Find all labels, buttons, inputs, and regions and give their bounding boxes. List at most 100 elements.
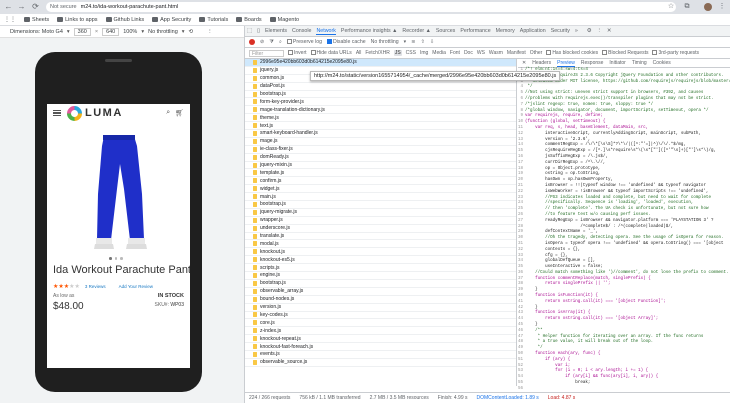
- wifi-icon[interactable]: ≋: [411, 39, 415, 45]
- request-row[interactable]: theme.js: [245, 114, 516, 123]
- search-icon[interactable]: ⌕: [279, 39, 282, 46]
- filter-type-ws[interactable]: WS: [477, 50, 485, 56]
- filter-type-manifest[interactable]: Manifest: [507, 50, 526, 56]
- bookmark-magento[interactable]: Magento: [269, 17, 299, 23]
- filter-type-font[interactable]: Font: [450, 50, 460, 56]
- filter-type-wasm[interactable]: Wasm: [489, 50, 503, 56]
- tab-headers[interactable]: Headers: [532, 60, 551, 66]
- rotate-icon[interactable]: ⟲: [189, 29, 194, 35]
- code-view[interactable]: 1234567891011121314151617181920212223242…: [518, 68, 730, 392]
- request-row[interactable]: scripts.js: [245, 264, 516, 273]
- device-select[interactable]: Dimensions: Moto G4: [10, 29, 63, 35]
- tab-recorder[interactable]: Recorder ▲: [402, 28, 431, 34]
- request-row[interactable]: observable_source.js: [245, 359, 516, 367]
- bookmark-boards[interactable]: Boards: [236, 17, 262, 23]
- filter-type-media[interactable]: Media: [432, 50, 446, 56]
- close-icon[interactable]: ✕: [522, 60, 526, 66]
- filter-input[interactable]: Filter: [249, 49, 284, 57]
- tab-response[interactable]: Response: [581, 60, 604, 66]
- request-row[interactable]: dataPost.js: [245, 83, 516, 91]
- device-toggle-icon[interactable]: ▯: [257, 28, 260, 34]
- product-image[interactable]: [47, 134, 190, 254]
- bookmark-tutorials[interactable]: Tutorials: [199, 17, 228, 23]
- request-row[interactable]: bound-nodes.js: [245, 296, 516, 304]
- blocked-requests-checkbox[interactable]: Blocked Requests: [602, 50, 648, 56]
- request-row[interactable]: jquery-mixin.js: [245, 162, 516, 170]
- bookmark-app-security[interactable]: App Security: [152, 17, 191, 23]
- tab-application[interactable]: Application: [520, 28, 546, 34]
- request-row[interactable]: key-codes.js: [245, 312, 516, 320]
- request-row[interactable]: knockout-repeat.js: [245, 335, 516, 344]
- clear-icon[interactable]: ⊘: [260, 39, 264, 45]
- request-row[interactable]: knockout-fast-foreach.js: [245, 343, 516, 351]
- request-row[interactable]: knockout.js: [245, 248, 516, 257]
- request-row[interactable]: wrapper.js: [245, 217, 516, 225]
- tab-sources[interactable]: Sources: [436, 28, 455, 34]
- search-icon[interactable]: ⌕: [166, 109, 170, 117]
- request-row[interactable]: knockout-es5.js: [245, 256, 516, 265]
- filter-icon[interactable]: ⧩: [269, 39, 274, 46]
- zoom-select[interactable]: 100%: [123, 29, 137, 35]
- tab-cookies[interactable]: Cookies: [653, 60, 671, 66]
- record-icon[interactable]: [249, 39, 255, 45]
- cart-icon[interactable]: 🛒︎: [175, 109, 184, 117]
- add-review-link[interactable]: Add Your Review: [119, 284, 153, 289]
- bookmark-links-to-apps[interactable]: Links to apps: [57, 17, 98, 23]
- hamburger-menu-icon[interactable]: [53, 109, 61, 117]
- height-input[interactable]: 640: [102, 27, 120, 36]
- request-row[interactable]: main.js: [245, 193, 516, 202]
- preserve-log-checkbox[interactable]: Preserve log: [286, 39, 322, 45]
- menu-icon[interactable]: ⋮: [718, 3, 726, 11]
- luma-logo[interactable]: LUMA: [67, 105, 123, 121]
- bookmark-sheets[interactable]: Sheets: [24, 17, 49, 23]
- avatar[interactable]: [704, 3, 712, 11]
- more-icon[interactable]: ⋮: [207, 29, 213, 35]
- tab-elements[interactable]: Elements: [265, 28, 287, 34]
- request-row[interactable]: text.js: [245, 122, 516, 131]
- throttling-select[interactable]: No throttling: [371, 39, 399, 45]
- request-row[interactable]: bootstrap.js: [245, 91, 516, 99]
- hide-data-urls-checkbox[interactable]: Hide data URLs: [310, 50, 352, 56]
- request-row[interactable]: jquery-migrate.js: [245, 209, 516, 217]
- reload-icon[interactable]: ⟳: [30, 1, 41, 12]
- request-row[interactable]: widget.js: [245, 185, 516, 194]
- bookmark-apps-grid[interactable]: ⋮⋮: [4, 16, 16, 23]
- tab-initiator[interactable]: Initiator: [609, 60, 625, 66]
- reviews-link[interactable]: 3 Reviews: [85, 284, 106, 289]
- filter-type-doc[interactable]: Doc: [464, 50, 473, 56]
- star-icon[interactable]: ☆: [667, 3, 675, 11]
- request-row[interactable]: ie-class-fixer.js: [245, 146, 516, 154]
- tab-more[interactable]: »: [575, 28, 578, 34]
- more-icon[interactable]: ⋮: [597, 28, 602, 34]
- request-row[interactable]: z-index.js: [245, 327, 516, 336]
- tab-preview[interactable]: Preview: [557, 60, 575, 67]
- request-row[interactable]: domReady.js: [245, 154, 516, 162]
- request-row[interactable]: 2996e95e420bb603d0b614215e2095e80.js: [245, 59, 516, 67]
- filter-type-img[interactable]: Img: [420, 50, 428, 56]
- request-row[interactable]: mage.js: [245, 138, 516, 146]
- filter-type-js[interactable]: JS: [393, 50, 402, 56]
- filter-type-all[interactable]: All: [356, 50, 362, 56]
- request-row[interactable]: engine.js: [245, 272, 516, 280]
- blocked-cookies-checkbox[interactable]: Has blocked cookies: [546, 50, 598, 56]
- extensions-icon[interactable]: ⧉: [683, 3, 691, 11]
- width-input[interactable]: 360: [73, 27, 91, 36]
- tab-timing[interactable]: Timing: [632, 60, 647, 66]
- third-party-checkbox[interactable]: 3rd-party requests: [652, 50, 699, 56]
- tab-performance-insights[interactable]: Performance insights ▲: [341, 28, 397, 34]
- tab-memory[interactable]: Memory: [496, 28, 515, 34]
- address-bar[interactable]: Not secure m24.to/ida-workout-parachute-…: [46, 2, 676, 12]
- url-text[interactable]: m24.to/ida-workout-parachute-pant.html: [81, 4, 179, 10]
- back-icon[interactable]: ←: [3, 1, 14, 12]
- tab-console[interactable]: Console: [292, 28, 311, 34]
- tab-network[interactable]: Network: [316, 28, 336, 35]
- inspect-icon[interactable]: ⬚: [247, 28, 252, 34]
- settings-icon[interactable]: ⚙: [587, 28, 592, 34]
- request-row[interactable]: version.js: [245, 304, 516, 312]
- filter-type-css[interactable]: CSS: [406, 50, 416, 56]
- forward-icon[interactable]: →: [16, 1, 27, 12]
- carousel-dots[interactable]: [109, 257, 123, 260]
- close-icon[interactable]: ✕: [607, 28, 611, 34]
- upload-icon[interactable]: ⇧: [421, 39, 425, 45]
- request-row[interactable]: translate.js: [245, 233, 516, 241]
